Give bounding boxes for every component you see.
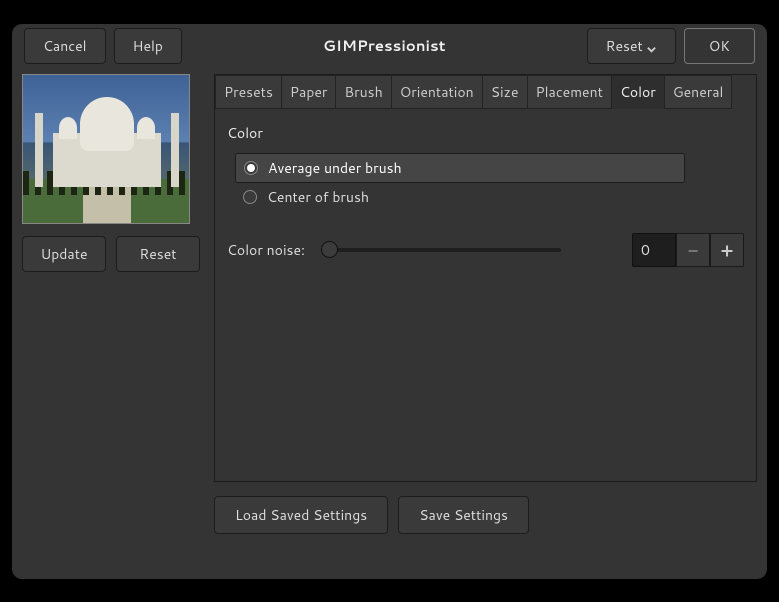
reset-dropdown-button[interactable]: Reset — [587, 28, 676, 64]
tab-orientation[interactable]: Orientation — [391, 75, 483, 109]
ok-button[interactable]: OK — [684, 28, 755, 64]
tab-general[interactable]: General — [664, 75, 733, 109]
plus-icon: + — [721, 237, 733, 263]
tabs-row: Presets Paper Brush Orientation Size Pla… — [215, 75, 756, 109]
color-noise-label: Color noise: — [227, 240, 305, 260]
color-section-title: Color — [227, 123, 744, 143]
minus-icon: − — [688, 237, 699, 263]
decrement-button[interactable]: − — [676, 233, 710, 267]
radio-label: Center of brush — [267, 187, 369, 207]
radio-icon — [243, 190, 257, 204]
tab-presets[interactable]: Presets — [215, 75, 282, 109]
tab-paper[interactable]: Paper — [281, 75, 337, 109]
dialog-title: GIMPressionist — [323, 35, 445, 56]
chevron-down-icon — [646, 40, 657, 51]
cancel-button[interactable]: Cancel — [24, 28, 106, 64]
reset-button-label: Reset — [606, 36, 643, 56]
radio-icon — [244, 161, 258, 175]
update-button[interactable]: Update — [22, 236, 106, 272]
color-noise-input[interactable] — [632, 233, 676, 267]
tab-color[interactable]: Color — [611, 75, 665, 109]
increment-button[interactable]: + — [710, 233, 744, 267]
tabs-panel: Presets Paper Brush Orientation Size Pla… — [214, 74, 757, 482]
preview-image — [22, 74, 190, 224]
tab-size[interactable]: Size — [482, 75, 528, 109]
titlebar: Cancel Help GIMPressionist Reset OK — [20, 32, 759, 70]
tab-brush[interactable]: Brush — [335, 75, 391, 109]
radio-label: Average under brush — [268, 158, 402, 178]
slider-thumb[interactable] — [321, 241, 338, 258]
radio-average-under-brush[interactable]: Average under brush — [235, 153, 685, 183]
radio-center-of-brush[interactable]: Center of brush — [235, 183, 744, 211]
color-noise-slider[interactable] — [321, 248, 561, 252]
gimpressionist-dialog: Cancel Help GIMPressionist Reset OK — [12, 24, 767, 579]
tab-content-color: Color Average under brush Center of brus… — [215, 109, 756, 481]
help-button[interactable]: Help — [114, 28, 182, 64]
preview-reset-button[interactable]: Reset — [116, 236, 200, 272]
save-settings-button[interactable]: Save Settings — [398, 496, 529, 534]
tab-placement[interactable]: Placement — [527, 75, 612, 109]
load-saved-settings-button[interactable]: Load Saved Settings — [214, 496, 388, 534]
